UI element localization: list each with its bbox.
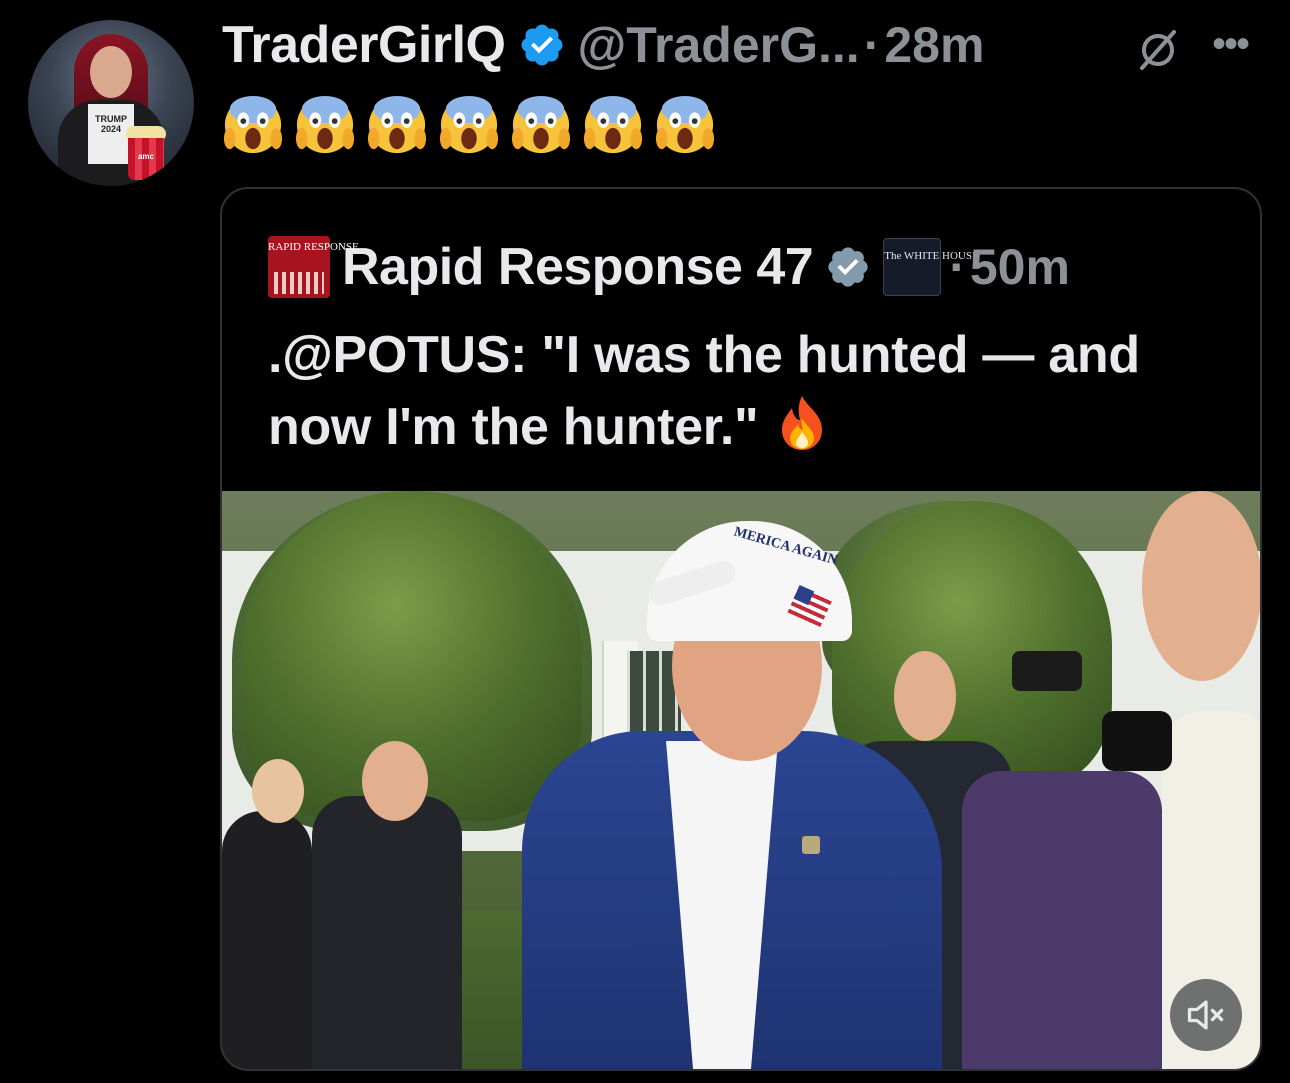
post: TRUMP 2024 amc TraderGirlQ @TraderG... ·…	[0, 0, 1290, 1083]
author-name[interactable]: TraderGirlQ	[222, 15, 506, 75]
avatar-face	[90, 46, 132, 98]
verified-badge-icon[interactable]	[825, 244, 871, 290]
quoted-video[interactable]: MERICA AGAIN	[222, 491, 1260, 1069]
separator-dot: ·	[863, 17, 881, 73]
quoted-post[interactable]: RAPID RESPONSE Rapid Response 47 The WHI…	[220, 187, 1262, 1071]
author-avatar[interactable]: TRUMP 2024 amc	[28, 20, 194, 186]
author-handle[interactable]: @TraderG...	[578, 16, 860, 74]
rapid-response-logo-text: RAPID RESPONSE	[268, 241, 359, 253]
post-time[interactable]: 28m	[884, 16, 984, 74]
verified-badge-icon[interactable]	[518, 21, 566, 69]
mute-icon	[1187, 1000, 1224, 1030]
fire-emoji	[774, 394, 830, 452]
scream-emoji-5	[510, 94, 572, 156]
post-text	[222, 86, 726, 156]
quoted-post-time[interactable]: 50m	[970, 238, 1070, 296]
video-phone	[1012, 651, 1082, 691]
quoted-author-avatar[interactable]: RAPID RESPONSE	[268, 236, 359, 298]
scream-emoji-6	[582, 94, 644, 156]
video-person	[312, 796, 462, 1069]
scream-emoji-4	[438, 94, 500, 156]
video-camera	[1102, 711, 1172, 771]
quoted-post-body: .@POTUS: "I was the hunted — and now I'm…	[268, 326, 1140, 456]
mute-button[interactable]	[1170, 979, 1242, 1051]
video-person-head	[1142, 491, 1260, 681]
quoted-author-name[interactable]: Rapid Response 47	[342, 237, 814, 297]
video-person-head	[362, 741, 428, 821]
video-person-head	[894, 651, 956, 741]
lapel-pin-icon	[802, 836, 820, 854]
separator-dot: ·	[949, 239, 966, 295]
grok-icon[interactable]	[1134, 26, 1182, 74]
scream-emoji-2	[294, 94, 356, 156]
scream-emoji-1	[222, 94, 284, 156]
video-person	[222, 811, 312, 1069]
more-options-icon[interactable]: •••	[1212, 22, 1250, 67]
avatar-bucket-text: amc	[137, 152, 154, 161]
white-house-affiliation-badge[interactable]: The WHITE HOUSE	[883, 238, 979, 296]
post-header: TraderGirlQ @TraderG... · 28m	[222, 12, 984, 78]
video-person-head	[252, 759, 304, 823]
white-house-logo-icon	[274, 272, 324, 294]
video-person	[962, 771, 1162, 1069]
scream-emoji-7	[654, 94, 716, 156]
quoted-post-header: RAPID RESPONSE Rapid Response 47 The WHI…	[268, 235, 1070, 299]
scream-emoji-3	[366, 94, 428, 156]
quoted-post-text: .@POTUS: "I was the hunted — and now I'm…	[268, 319, 1168, 463]
